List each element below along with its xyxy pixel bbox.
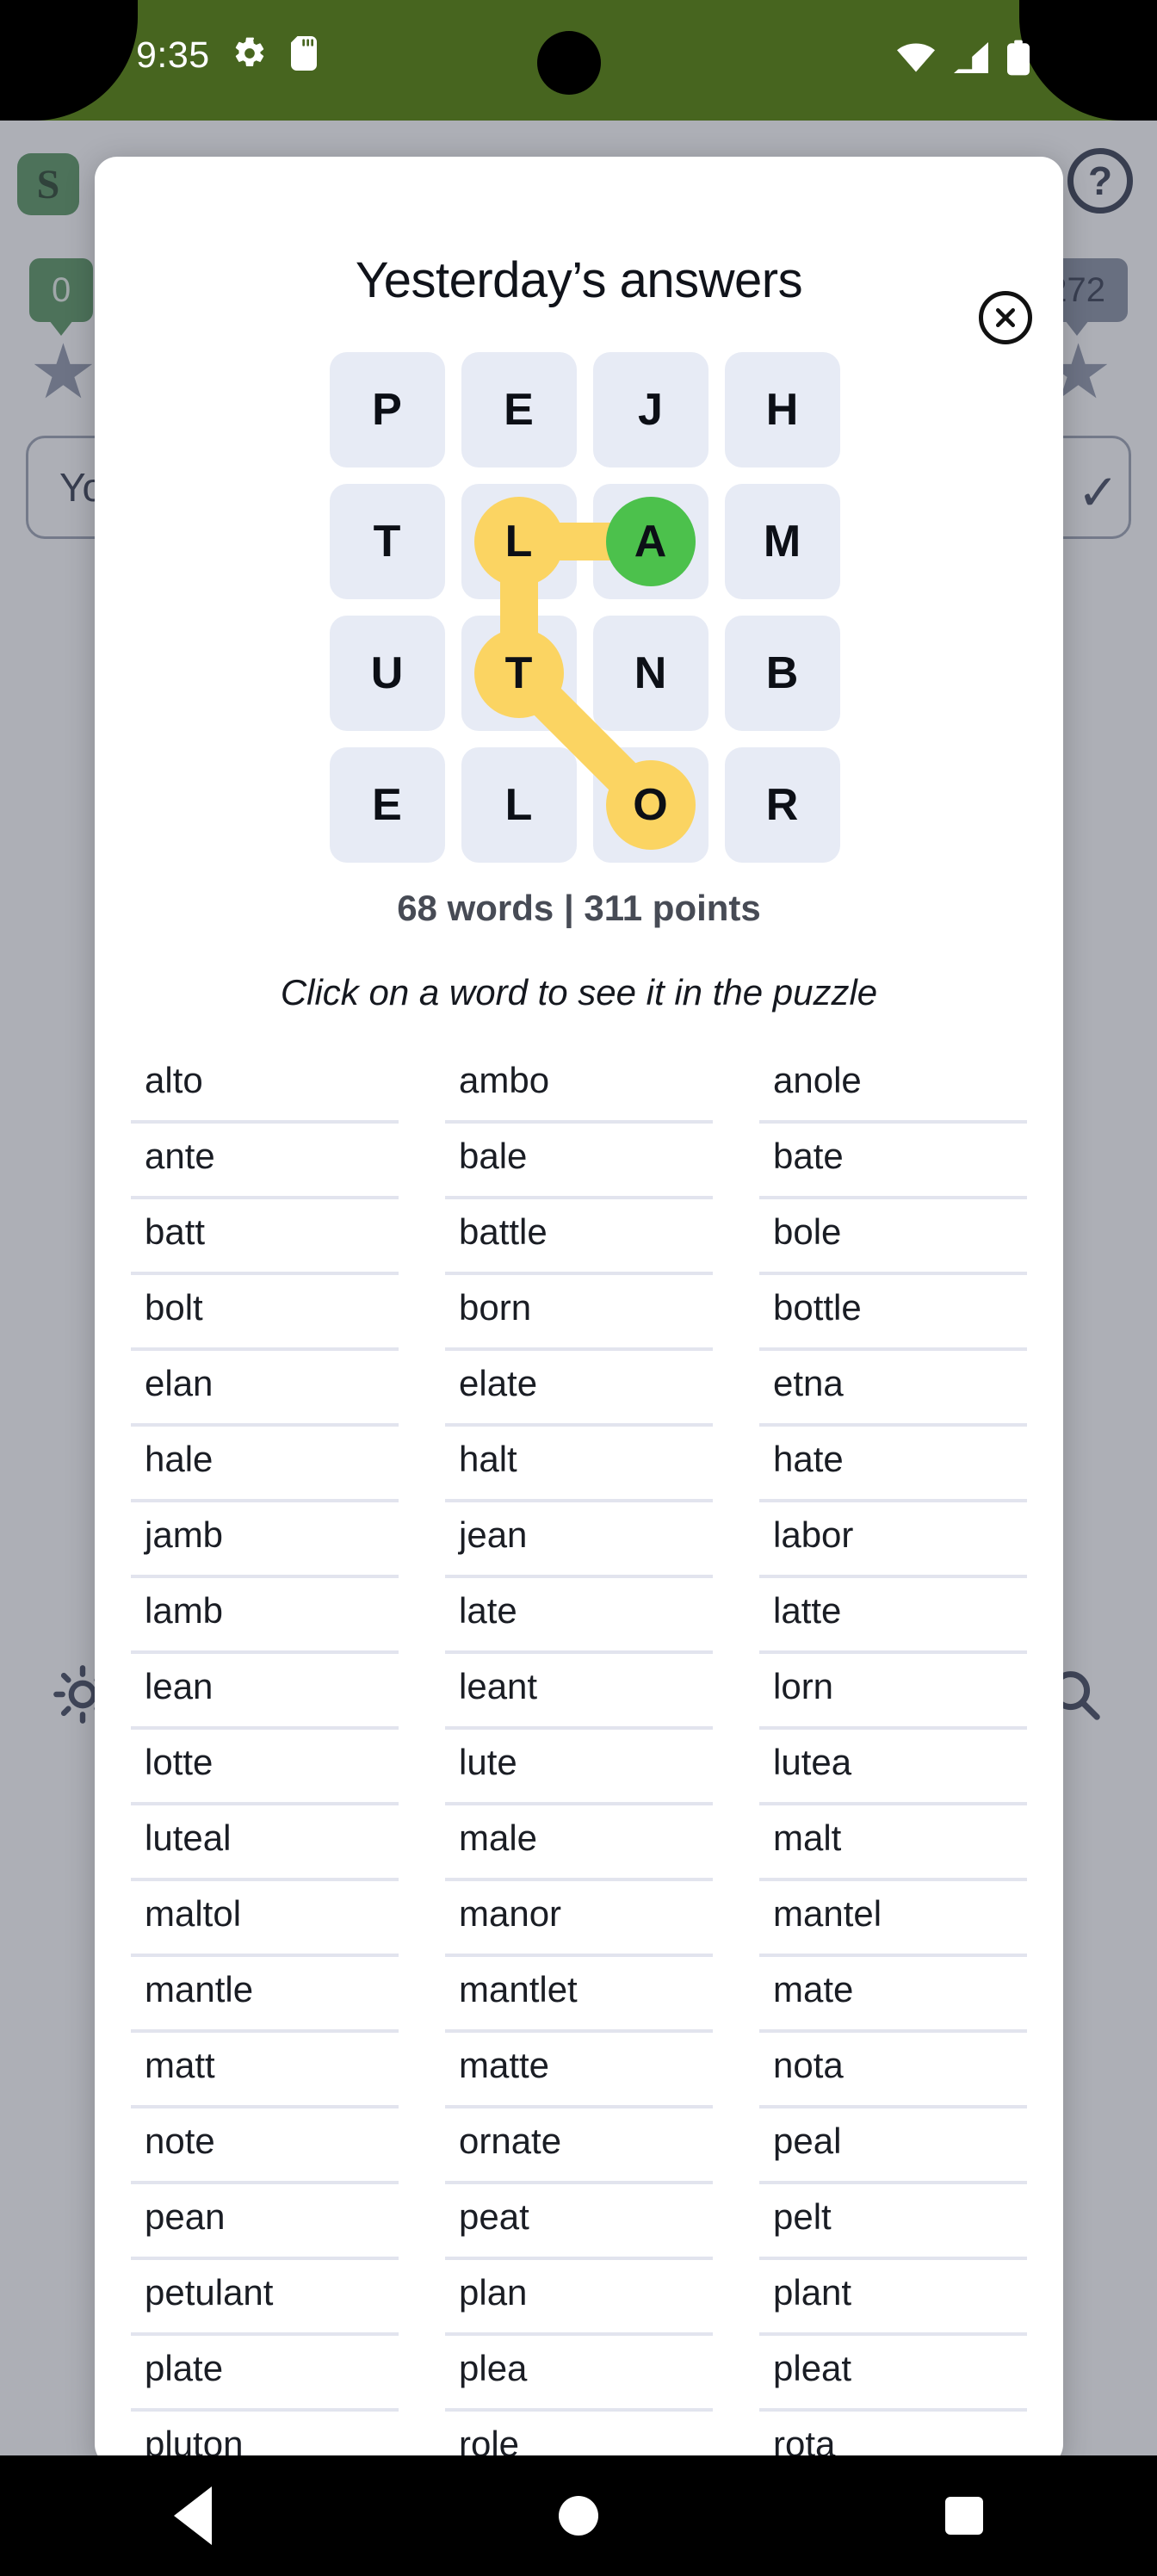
answer-word[interactable]: plant <box>759 2260 1027 2336</box>
battery-icon <box>1007 40 1030 76</box>
answer-word[interactable]: ante <box>131 1124 399 1199</box>
answer-word[interactable]: labor <box>759 1502 1027 1578</box>
answer-word[interactable]: lutea <box>759 1730 1027 1805</box>
answer-word[interactable]: plan <box>445 2260 713 2336</box>
cellular-signal-icon <box>954 42 988 73</box>
answer-word[interactable]: matte <box>445 2033 713 2108</box>
answer-word[interactable]: petulant <box>131 2260 399 2336</box>
grid-cell[interactable]: E <box>329 747 445 863</box>
answer-word[interactable]: lute <box>445 1730 713 1805</box>
grid-cell[interactable]: J <box>592 352 708 468</box>
answer-word[interactable]: alto <box>131 1048 399 1124</box>
answer-word[interactable]: plea <box>445 2336 713 2412</box>
answer-word[interactable]: born <box>445 1275 713 1351</box>
letter-grid: PEJHTMUNBELR ALTO <box>329 352 840 863</box>
answer-word[interactable]: pleat <box>759 2336 1027 2412</box>
answer-word[interactable]: ambo <box>445 1048 713 1124</box>
answer-word[interactable]: elate <box>445 1351 713 1427</box>
answer-word[interactable]: battle <box>445 1199 713 1275</box>
grid-cell[interactable]: M <box>724 484 840 599</box>
grid-cell-letter-highlighted[interactable]: O <box>593 747 708 863</box>
grid-cell[interactable]: N <box>592 616 708 731</box>
stats-summary: 68 words | 311 points <box>397 888 761 928</box>
grid-cell[interactable]: R <box>724 747 840 863</box>
answer-word[interactable]: bole <box>759 1199 1027 1275</box>
grid-cell[interactable]: L <box>461 747 577 863</box>
android-navigation-bar <box>0 2455 1157 2576</box>
answer-word[interactable]: hate <box>759 1427 1027 1502</box>
answer-word[interactable]: pean <box>131 2184 399 2260</box>
gear-icon <box>232 36 267 71</box>
grid-cell[interactable]: P <box>329 352 445 468</box>
status-bar: 9:35 <box>0 0 1157 121</box>
wifi-icon <box>897 43 935 72</box>
answer-word[interactable]: matt <box>131 2033 399 2108</box>
close-icon[interactable] <box>979 291 1032 344</box>
answer-word[interactable]: peat <box>445 2184 713 2260</box>
grid-cell[interactable]: T <box>329 484 445 599</box>
answer-word-list: alto ambo anole ante bale bate batt battle bole b… <box>131 1048 1027 2467</box>
answer-word[interactable]: elan <box>131 1351 399 1427</box>
answer-word[interactable]: anole <box>759 1048 1027 1124</box>
page-title: Yesterday’s answers <box>355 252 803 308</box>
answer-word[interactable]: mantel <box>759 1881 1027 1957</box>
hint-text: Click on a word to see it in the puzzle <box>280 972 878 1012</box>
grid-cell[interactable]: H <box>724 352 840 468</box>
answer-word[interactable]: jamb <box>131 1502 399 1578</box>
answer-word[interactable]: bate <box>759 1124 1027 1199</box>
camera-punch-hole-left <box>26 19 108 102</box>
yesterdays-answers-dialog: Yesterday’s answers PEJHTMUNBELR ALTO 68… <box>95 157 1063 2467</box>
answer-word[interactable]: leant <box>445 1654 713 1730</box>
answer-word[interactable]: malt <box>759 1805 1027 1881</box>
answer-word[interactable]: lotte <box>131 1730 399 1805</box>
answer-word[interactable]: mate <box>759 1957 1027 2033</box>
recents-button[interactable] <box>945 2497 984 2535</box>
answer-word[interactable]: male <box>445 1805 713 1881</box>
answer-word[interactable]: nota <box>759 2033 1027 2108</box>
answer-word[interactable]: halt <box>445 1427 713 1502</box>
back-button[interactable] <box>173 2486 212 2545</box>
answer-word[interactable]: batt <box>131 1199 399 1275</box>
answer-word[interactable]: manor <box>445 1881 713 1957</box>
status-right-icons <box>897 40 1030 76</box>
status-corner-right <box>1019 0 1157 121</box>
camera-punch-hole-center <box>537 31 601 95</box>
answer-word[interactable]: maltol <box>131 1881 399 1957</box>
status-left-icons <box>232 36 319 71</box>
grid-cell-letter-highlighted[interactable]: A <box>593 484 708 599</box>
grid-cell[interactable]: E <box>461 352 577 468</box>
answer-word[interactable]: bottle <box>759 1275 1027 1351</box>
answer-word[interactable]: lamb <box>131 1578 399 1654</box>
grid-cell-letter-highlighted[interactable]: L <box>461 484 577 599</box>
answer-word[interactable]: etna <box>759 1351 1027 1427</box>
grid-cell[interactable]: B <box>724 616 840 731</box>
answer-word[interactable]: lean <box>131 1654 399 1730</box>
answer-word[interactable]: bale <box>445 1124 713 1199</box>
sd-card-icon <box>289 36 319 71</box>
letter-grid-cells: PEJHTMUNBELR <box>329 352 840 863</box>
answer-word[interactable]: lorn <box>759 1654 1027 1730</box>
answer-word[interactable]: mantle <box>131 1957 399 2033</box>
phone-screen: S ? 0 272 ★ ★ Yo ✓ Yesterday’s answers P… <box>0 0 1157 2576</box>
answer-word[interactable]: note <box>131 2108 399 2184</box>
answer-word[interactable]: plate <box>131 2336 399 2412</box>
answer-word[interactable]: latte <box>759 1578 1027 1654</box>
answer-word[interactable]: mantlet <box>445 1957 713 2033</box>
home-button[interactable] <box>558 2496 598 2536</box>
answer-word[interactable]: late <box>445 1578 713 1654</box>
answer-word[interactable]: luteal <box>131 1805 399 1881</box>
answer-word[interactable]: hale <box>131 1427 399 1502</box>
answer-word[interactable]: jean <box>445 1502 713 1578</box>
answer-word[interactable]: peal <box>759 2108 1027 2184</box>
status-clock: 9:35 <box>136 34 210 76</box>
answer-word[interactable]: ornate <box>445 2108 713 2184</box>
grid-cell[interactable]: U <box>329 616 445 731</box>
answer-word[interactable]: pelt <box>759 2184 1027 2260</box>
grid-cell-letter-highlighted[interactable]: T <box>461 616 577 731</box>
answer-word[interactable]: bolt <box>131 1275 399 1351</box>
